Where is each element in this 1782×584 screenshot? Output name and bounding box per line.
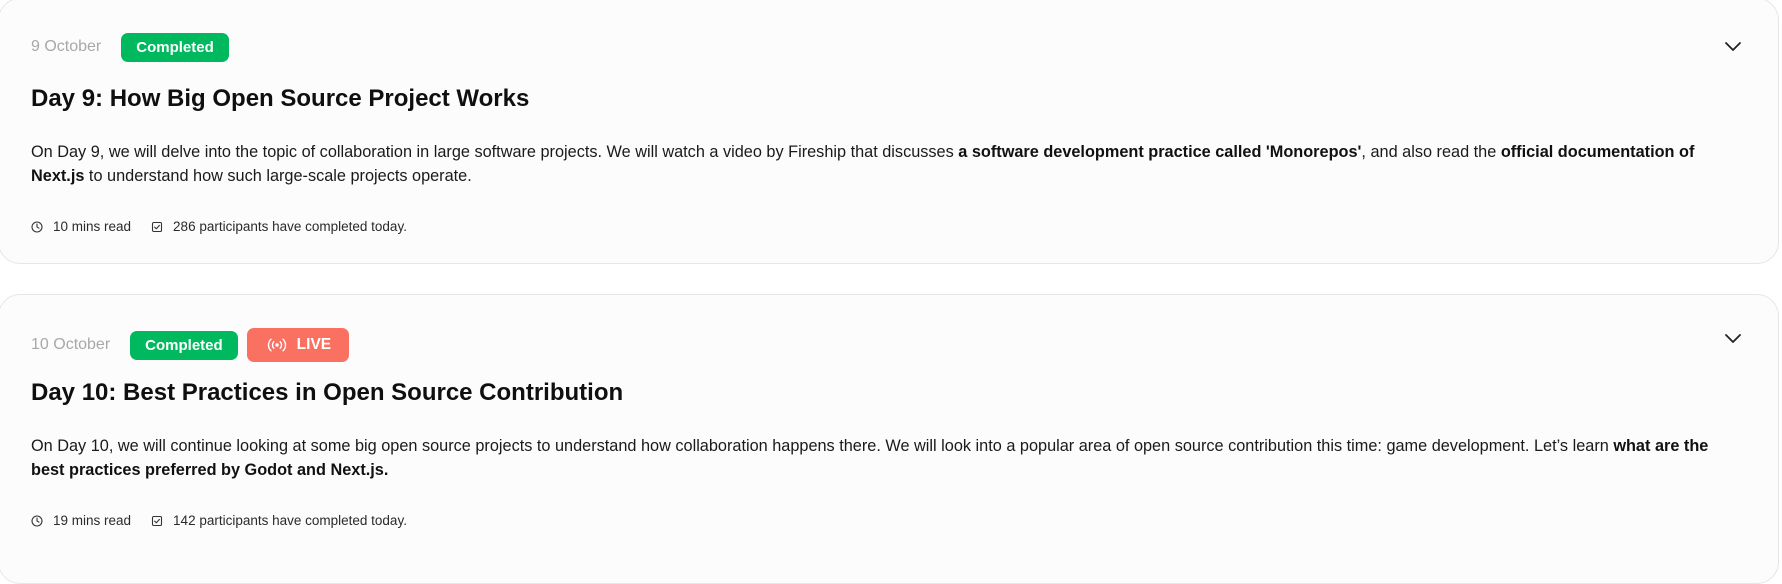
live-badge-label: LIVE <box>296 336 332 353</box>
broadcast-icon <box>267 338 286 352</box>
completed-badge: Completed <box>130 330 238 360</box>
participants-text: 286 participants have completed today. <box>173 219 407 234</box>
schedule-card-day-9[interactable]: 9 October Completed Day 9: How Big Open … <box>0 0 1779 264</box>
card-title: Day 10: Best Practices in Open Source Co… <box>31 379 624 406</box>
completed-badge: Completed <box>121 32 229 62</box>
clock-icon <box>31 220 43 233</box>
card-date: 10 October <box>31 336 111 353</box>
card-title: Day 9: How Big Open Source Project Works <box>31 85 530 112</box>
card-description: On Day 9, we will delve into the topic o… <box>31 140 1731 188</box>
description-text: to understand how such large-scale proje… <box>84 167 472 185</box>
live-badge: LIVE <box>246 328 350 362</box>
check-square-icon <box>151 515 163 526</box>
description-text: On Day 9, we will delve into the topic o… <box>31 143 959 161</box>
chevron-down-icon[interactable] <box>1724 332 1742 344</box>
card-header: 10 October Completed LIVE <box>31 328 350 362</box>
read-time: 10 mins read <box>31 219 131 234</box>
participants-count: 286 participants have completed today. <box>151 219 407 234</box>
card-description: On Day 10, we will continue looking at s… <box>31 434 1731 482</box>
read-time: 19 mins read <box>31 513 131 528</box>
description-highlight: a software development practice called '… <box>958 143 1362 161</box>
check-square-icon <box>151 221 163 232</box>
participants-count: 142 participants have completed today. <box>151 513 407 528</box>
read-time-text: 19 mins read <box>53 513 132 528</box>
chevron-down-icon[interactable] <box>1724 40 1742 52</box>
description-text: , and also read the <box>1361 143 1501 161</box>
participants-text: 142 participants have completed today. <box>173 513 407 528</box>
card-meta: 19 mins read 142 participants have compl… <box>31 513 427 528</box>
card-meta: 10 mins read 286 participants have compl… <box>31 219 427 234</box>
card-date: 9 October <box>31 38 102 55</box>
description-text: On Day 10, we will continue looking at s… <box>31 437 1614 455</box>
clock-icon <box>31 514 43 527</box>
read-time-text: 10 mins read <box>53 219 132 234</box>
schedule-card-day-10[interactable]: 10 October Completed LIVE Day 10: Best P… <box>0 294 1779 584</box>
card-header: 9 October Completed <box>31 32 238 62</box>
